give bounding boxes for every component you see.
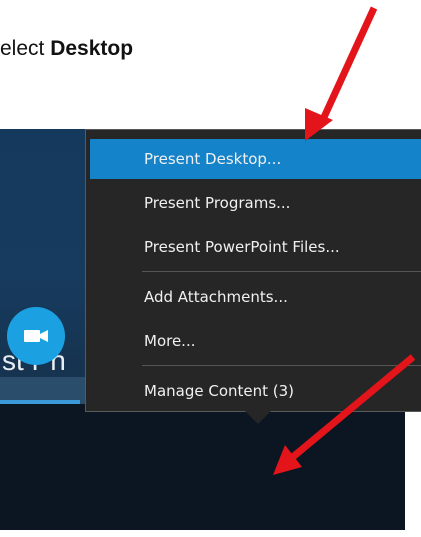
video-button[interactable] — [7, 307, 65, 365]
menu-item-more[interactable]: More... — [90, 321, 421, 361]
instruction-prefix: elect — [0, 37, 51, 60]
menu-item-manage-content[interactable]: Manage Content (3) — [90, 371, 421, 411]
instruction-text: elect Desktop — [0, 37, 133, 61]
menu-pointer — [245, 411, 271, 424]
menu-item-present-desktop[interactable]: Present Desktop... — [90, 139, 421, 179]
menu-divider — [142, 271, 421, 272]
control-bar — [0, 404, 405, 530]
arrow-to-present-desktop — [305, 6, 378, 141]
menu-divider — [142, 365, 421, 366]
instruction-keyword: Desktop — [50, 37, 134, 60]
menu-item-add-attachments[interactable]: Add Attachments... — [90, 277, 421, 317]
menu-item-present-powerpoint[interactable]: Present PowerPoint Files... — [90, 227, 421, 267]
share-content-menu: Present Desktop... Present Programs... P… — [85, 129, 421, 412]
menu-item-present-programs[interactable]: Present Programs... — [90, 183, 421, 223]
video-camera-icon — [23, 326, 49, 346]
